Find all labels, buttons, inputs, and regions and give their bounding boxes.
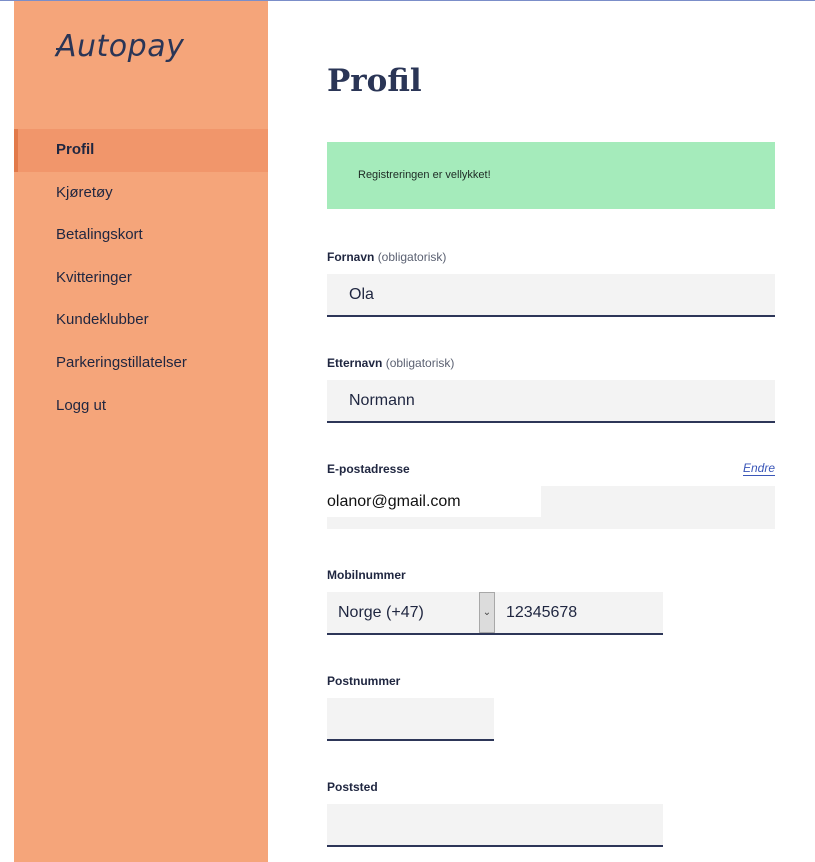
sidebar-item-kjoretoy[interactable]: Kjøretøy: [14, 172, 268, 215]
page-title: Profil: [327, 63, 422, 99]
etternavn-input[interactable]: Normann: [327, 380, 775, 423]
etternavn-required-note: (obligatorisk): [385, 356, 455, 370]
sidebar-item-kundeklubber[interactable]: Kundeklubber: [14, 299, 268, 342]
sidebar-nav: Profil Kjøretøy Betalingskort Kvittering…: [14, 129, 268, 427]
sidebar-item-profil[interactable]: Profil: [14, 129, 268, 172]
fornavn-label-text: Fornavn: [327, 250, 375, 264]
sidebar-item-parkeringstillatelser[interactable]: Parkeringstillatelser: [14, 342, 268, 385]
email-value: olanor@gmail.com: [327, 486, 541, 517]
sidebar-item-betalingskort[interactable]: Betalingskort: [14, 214, 268, 257]
edit-email-link[interactable]: Endre: [742, 461, 775, 476]
mobil-label: Mobilnummer: [327, 568, 406, 582]
mobil-input[interactable]: 12345678: [495, 592, 577, 633]
sidebar: Autopay Profil Kjøretøy Betalingskort Kv…: [14, 1, 268, 862]
postnummer-input[interactable]: [327, 698, 494, 741]
chevron-down-icon[interactable]: ⌄: [479, 592, 495, 633]
etternavn-label: Etternavn (obligatorisk): [327, 356, 454, 370]
poststed-label: Poststed: [327, 780, 378, 794]
country-select[interactable]: Norge (+47): [327, 592, 495, 633]
etternavn-label-text: Etternavn: [327, 356, 383, 370]
fornavn-required-note: (obligatorisk): [377, 250, 447, 264]
fornavn-label: Fornavn (obligatorisk): [327, 250, 446, 264]
fornavn-input[interactable]: Ola: [327, 274, 775, 317]
email-label: E-postadresse: [327, 462, 410, 476]
phone-field: Norge (+47) ⌄ 12345678: [327, 592, 663, 635]
success-alert: Registreringen er vellykket!: [327, 142, 775, 209]
sidebar-item-kvitteringer[interactable]: Kvitteringer: [14, 257, 268, 300]
sidebar-item-logg-ut[interactable]: Logg ut: [14, 385, 268, 428]
logo[interactable]: Autopay: [56, 29, 184, 64]
email-field: olanor@gmail.com: [327, 486, 775, 529]
postnummer-label: Postnummer: [327, 674, 401, 688]
poststed-input[interactable]: [327, 804, 663, 847]
